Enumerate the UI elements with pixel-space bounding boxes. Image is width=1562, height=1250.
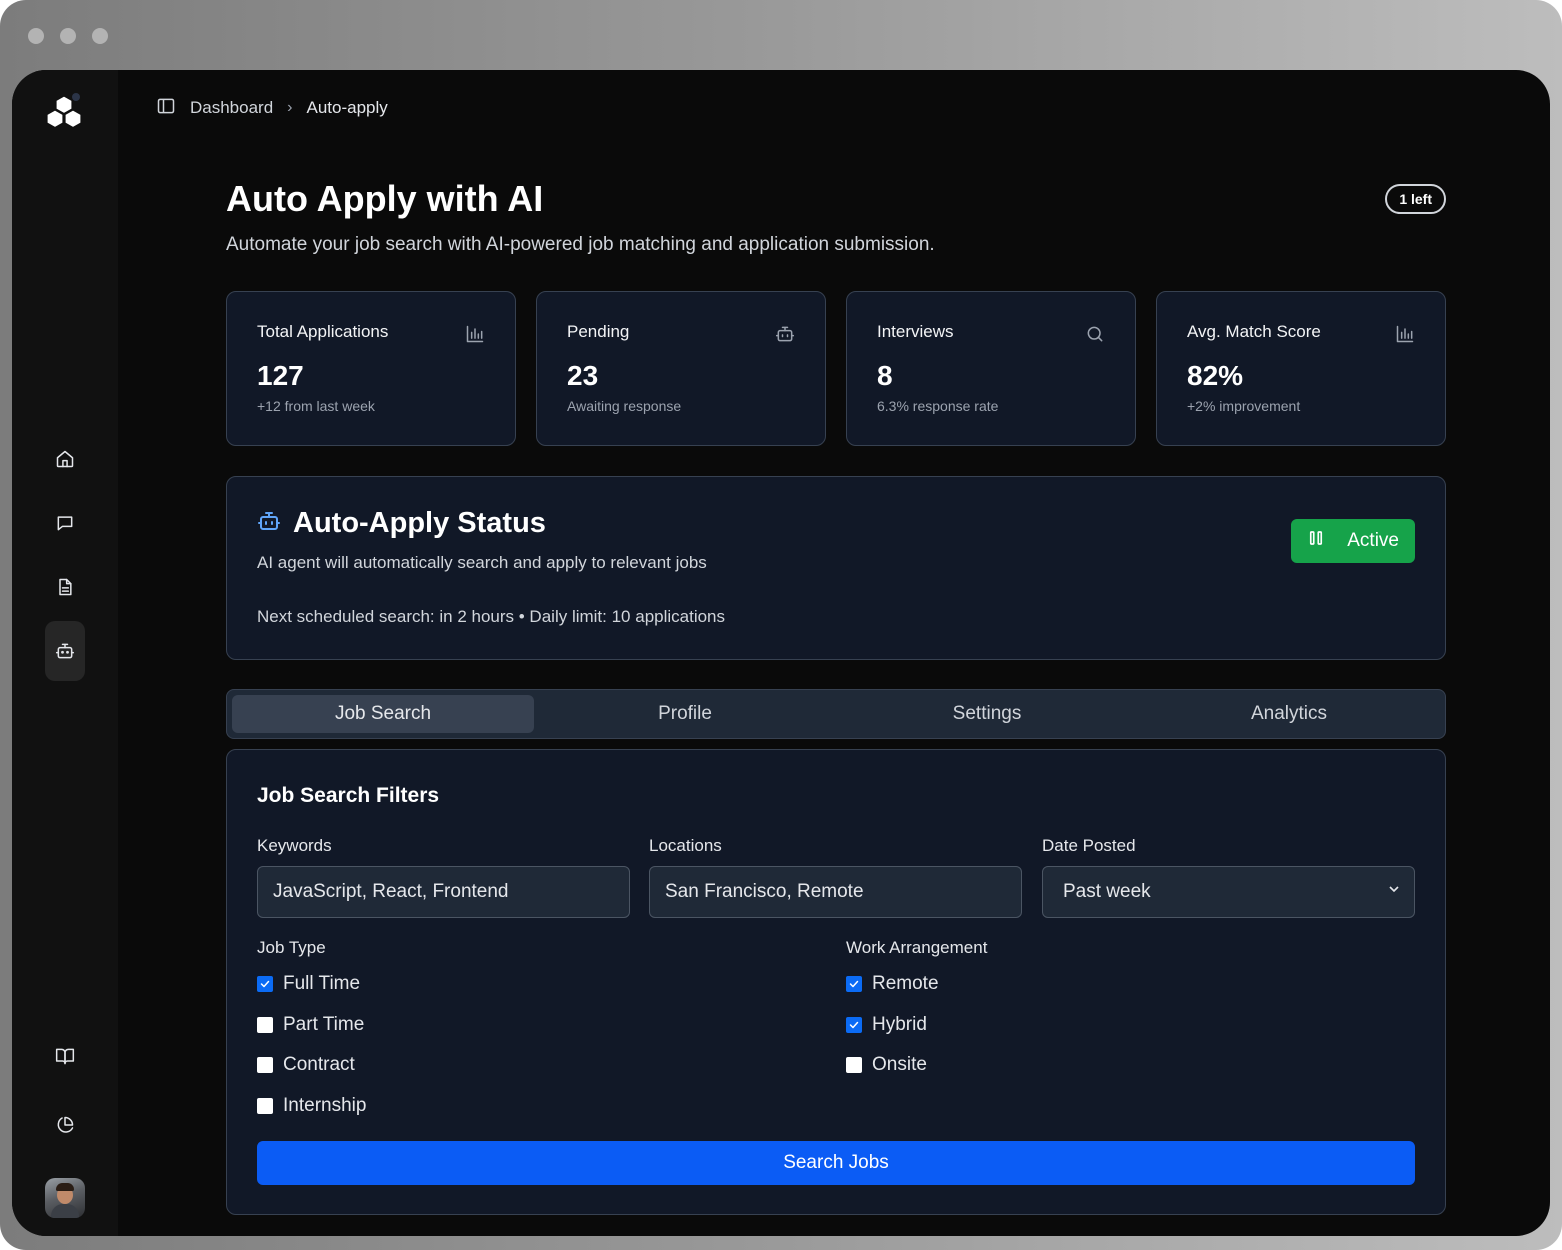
page-subtitle: Automate your job search with AI-powered… [226, 234, 935, 255]
status-title: Auto-Apply Status [293, 507, 546, 539]
keywords-input[interactable] [257, 866, 630, 918]
locations-label: Locations [649, 836, 722, 855]
keywords-label: Keywords [257, 836, 332, 855]
search-jobs-button[interactable]: Search Jobs [257, 1141, 1415, 1185]
onsite-label[interactable]: Onsite [872, 1054, 927, 1076]
locations-field: Locations [649, 836, 1022, 918]
remote-checkbox[interactable] [846, 976, 862, 992]
stat-card-avg-match-score: Avg. Match Score 82% +2% improvement [1156, 291, 1446, 446]
work-arrangement-group: Work Arrangement Remote Hybrid Onsite [846, 938, 987, 1094]
tab-job-search[interactable]: Job Search [232, 695, 534, 733]
date-posted-label: Date Posted [1042, 836, 1136, 855]
pie-chart-icon[interactable] [45, 1105, 85, 1145]
tab-profile[interactable]: Profile [534, 695, 836, 733]
onsite-checkbox[interactable] [846, 1057, 862, 1073]
stat-card-total-applications: Total Applications 127 +12 from last wee… [226, 291, 516, 446]
bot-icon [775, 324, 795, 344]
contract-checkbox[interactable] [257, 1057, 273, 1073]
checkbox-row-contract: Contract [257, 1053, 366, 1077]
breadcrumb-separator: › [287, 99, 293, 116]
chevron-down-icon [1386, 881, 1402, 903]
bot-icon[interactable] [45, 621, 85, 681]
search-icon [1085, 324, 1105, 344]
job-type-group: Job Type Full Time Part Time Contract In… [257, 938, 366, 1134]
stat-label: Total Applications [257, 322, 389, 341]
breadcrumb-current: Auto-apply [306, 98, 388, 117]
sidebar-toggle-icon[interactable] [156, 96, 176, 121]
filters-title: Job Search Filters [257, 784, 440, 807]
status-schedule-info: Next scheduled search: in 2 hours • Dail… [257, 607, 726, 626]
contract-label[interactable]: Contract [283, 1054, 355, 1076]
stat-note: Awaiting response [567, 398, 682, 414]
breadcrumb: Dashboard › Auto-apply [156, 96, 388, 120]
active-toggle-label: Active [1347, 530, 1399, 551]
breadcrumb-dashboard-link[interactable]: Dashboard [190, 98, 273, 118]
stats-row: Total Applications 127 +12 from last wee… [226, 291, 1446, 446]
date-posted-select[interactable]: Past week [1042, 866, 1415, 918]
hybrid-label[interactable]: Hybrid [872, 1014, 927, 1036]
stat-note: +2% improvement [1187, 398, 1301, 414]
tab-bar: Job Search Profile Settings Analytics [226, 689, 1446, 739]
checkbox-row-onsite: Onsite [846, 1053, 987, 1077]
internship-label[interactable]: Internship [283, 1095, 366, 1117]
locations-input[interactable] [649, 866, 1022, 918]
stat-value: 127 [257, 360, 304, 391]
checkbox-row-remote: Remote [846, 972, 987, 996]
checkbox-row-internship: Internship [257, 1094, 366, 1118]
stat-value: 23 [567, 360, 599, 391]
stat-label: Pending [567, 322, 630, 341]
window-close-dot[interactable] [28, 28, 44, 44]
book-open-icon[interactable] [45, 1036, 85, 1076]
status-header: Auto-Apply Status [257, 507, 546, 540]
keywords-field: Keywords [257, 836, 630, 918]
stat-value: 8 [877, 360, 893, 391]
chat-icon[interactable] [45, 503, 85, 543]
internship-checkbox[interactable] [257, 1097, 273, 1114]
checkbox-row-hybrid: Hybrid [846, 1013, 987, 1037]
remote-label[interactable]: Remote [872, 973, 939, 995]
stat-card-interviews: Interviews 8 6.3% response rate [846, 291, 1136, 446]
tab-settings[interactable]: Settings [836, 695, 1138, 733]
sidebar [12, 70, 118, 1236]
window-controls [28, 28, 108, 44]
stat-note: +12 from last week [257, 398, 375, 414]
part-time-label[interactable]: Part Time [283, 1014, 364, 1036]
stat-note: 6.3% response rate [877, 398, 999, 414]
auto-apply-status-card: Auto-Apply Status AI agent will automati… [226, 476, 1446, 660]
bot-icon [257, 509, 281, 538]
checkbox-row-part-time: Part Time [257, 1013, 366, 1037]
stat-label: Avg. Match Score [1187, 322, 1321, 341]
status-description: AI agent will automatically search and a… [257, 553, 707, 572]
window-maximize-dot[interactable] [92, 28, 108, 44]
credits-badge: 1 left [1385, 184, 1446, 214]
date-posted-field: Date Posted Past week [1042, 836, 1415, 918]
cubes-logo-icon[interactable] [45, 92, 83, 130]
home-icon[interactable] [45, 439, 85, 479]
date-posted-value: Past week [1063, 881, 1151, 902]
job-search-filters-card: Job Search Filters Keywords Locations Da… [226, 749, 1446, 1215]
tab-analytics[interactable]: Analytics [1138, 695, 1440, 733]
user-avatar[interactable] [45, 1178, 85, 1218]
window-minimize-dot[interactable] [60, 28, 76, 44]
job-type-label: Job Type [257, 938, 326, 957]
part-time-checkbox[interactable] [257, 1016, 273, 1033]
document-icon[interactable] [45, 567, 85, 607]
stat-label: Interviews [877, 322, 954, 341]
full-time-label[interactable]: Full Time [283, 973, 360, 995]
full-time-checkbox[interactable] [257, 976, 273, 992]
app-shell: Dashboard › Auto-apply Auto Apply with A… [12, 70, 1550, 1236]
work-arrangement-label: Work Arrangement [846, 938, 988, 957]
bar-chart-icon [1395, 324, 1415, 344]
pause-icon [1307, 529, 1325, 553]
hybrid-checkbox[interactable] [846, 1016, 862, 1033]
active-toggle-button[interactable]: Active [1291, 519, 1415, 563]
page-title: Auto Apply with AI [226, 178, 544, 219]
stat-value: 82% [1187, 360, 1244, 391]
stat-card-pending: Pending 23 Awaiting response [536, 291, 826, 446]
checkbox-row-full-time: Full Time [257, 972, 366, 996]
browser-window: Dashboard › Auto-apply Auto Apply with A… [0, 0, 1562, 1250]
bar-chart-icon [465, 324, 485, 344]
